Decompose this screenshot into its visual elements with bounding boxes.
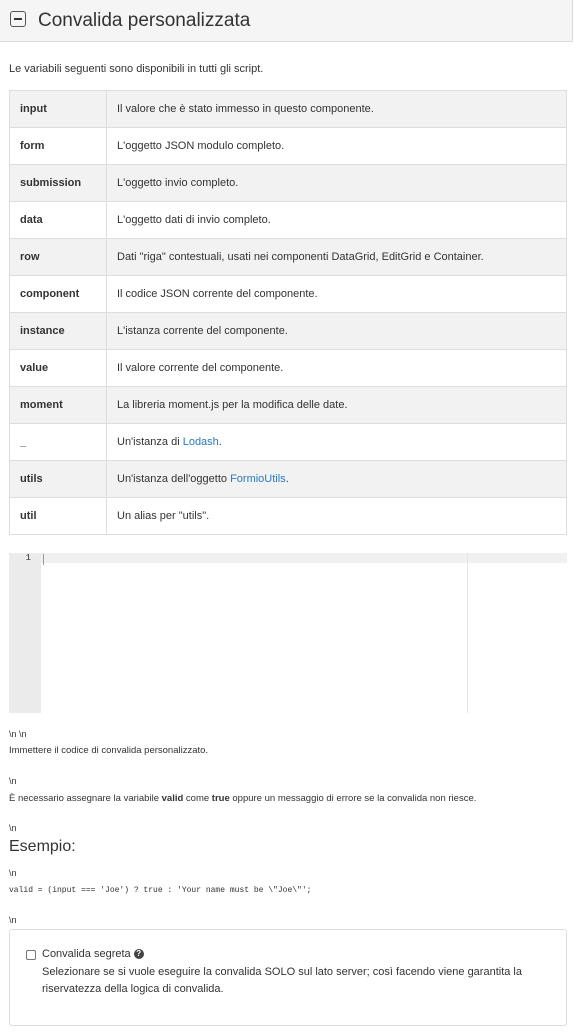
table-row: component Il codice JSON corrente del com… [9,275,567,313]
table-row: row Dati "riga" contestuali, usati nei co… [9,238,567,276]
code-editor[interactable]: 1 [9,553,567,713]
variable-name: utils [9,460,107,498]
variable-description: Un'istanza di Lodash. [106,423,567,461]
table-row: instance L'istanza corrente del component… [9,312,567,350]
variable-name: _ [9,423,107,461]
variable-name: moment [9,386,107,424]
variable-description: L'oggetto invio completo. [106,164,567,202]
minus-square-icon[interactable] [10,11,26,27]
variable-name: form [9,127,107,165]
table-row: submission L'oggetto invio completo. [9,164,567,202]
example-code: valid = (input === 'Joe') ? true : 'Your… [9,886,312,895]
variable-name: row [9,238,107,276]
variable-description: Il codice JSON corrente del componente. [106,275,567,313]
secret-validation-description: Selezionare se si vuole eseguire la conv… [42,966,522,995]
table-row: _ Un'istanza di Lodash. [9,423,567,461]
editor-gutter [9,553,41,713]
table-row: value Il valore corrente del componente. [9,349,567,387]
doc-link[interactable]: FormioUtils [230,473,286,485]
variable-description: Dati "riga" contestuali, usati nei compo… [106,238,567,276]
table-row: utils Un'istanza dell'oggetto FormioUtils… [9,460,567,498]
variable-name: util [9,497,107,535]
example-heading: Esempio: [9,838,76,855]
intro-text: Le variabili seguenti sono disponibili i… [9,63,264,75]
line-number: 1 [25,553,31,563]
table-row: moment La libreria moment.js per la modif… [9,386,567,424]
help-line-2: È necessario assegnare la variabile vali… [9,793,477,804]
escape-text: \n [9,915,17,925]
escape-text: \n [9,823,17,833]
escape-text: \n \n [9,729,27,739]
variable-description: Un'istanza dell'oggetto FormioUtils. [106,460,567,498]
variable-description: L'istanza corrente del componente. [106,312,567,350]
escape-text: \n [9,776,17,786]
variable-name: instance [9,312,107,350]
variables-table: input Il valore che è stato immesso in qu… [9,90,567,535]
variable-name: value [9,349,107,387]
escape-text: \n [9,868,17,878]
variable-description: La libreria moment.js per la modifica de… [106,386,567,424]
question-circle-icon[interactable]: ? [133,949,144,960]
panel-header: Convalida personalizzata [0,0,573,42]
variable-description: Il valore corrente del componente. [106,349,567,387]
variable-name: component [9,275,107,313]
editor-cursor [43,554,44,565]
variable-name: input [9,90,107,128]
table-row: input Il valore che è stato immesso in qu… [9,90,567,128]
secret-validation-panel: Convalida segreta? Selezionare se si vuo… [9,929,567,1026]
variable-description: L'oggetto JSON modulo completo. [106,127,567,165]
table-row: data L'oggetto dati di invio completo. [9,201,567,239]
variable-name: data [9,201,107,239]
print-margin [467,553,468,713]
variable-name: submission [9,164,107,202]
panel-title: Convalida personalizzata [38,10,251,31]
secret-validation-checkbox[interactable] [26,950,36,960]
variable-description: Il valore che è stato immesso in questo … [106,90,567,128]
table-row: form L'oggetto JSON modulo completo. [9,127,567,165]
variable-description: Un alias per "utils". [106,497,567,535]
help-line-1: Immettere il codice di convalida persona… [9,745,209,756]
doc-link[interactable]: Lodash [183,436,219,448]
table-row: util Un alias per "utils". [9,497,567,535]
secret-validation-label[interactable]: Convalida segreta? [42,948,144,960]
variable-description: L'oggetto dati di invio completo. [106,201,567,239]
